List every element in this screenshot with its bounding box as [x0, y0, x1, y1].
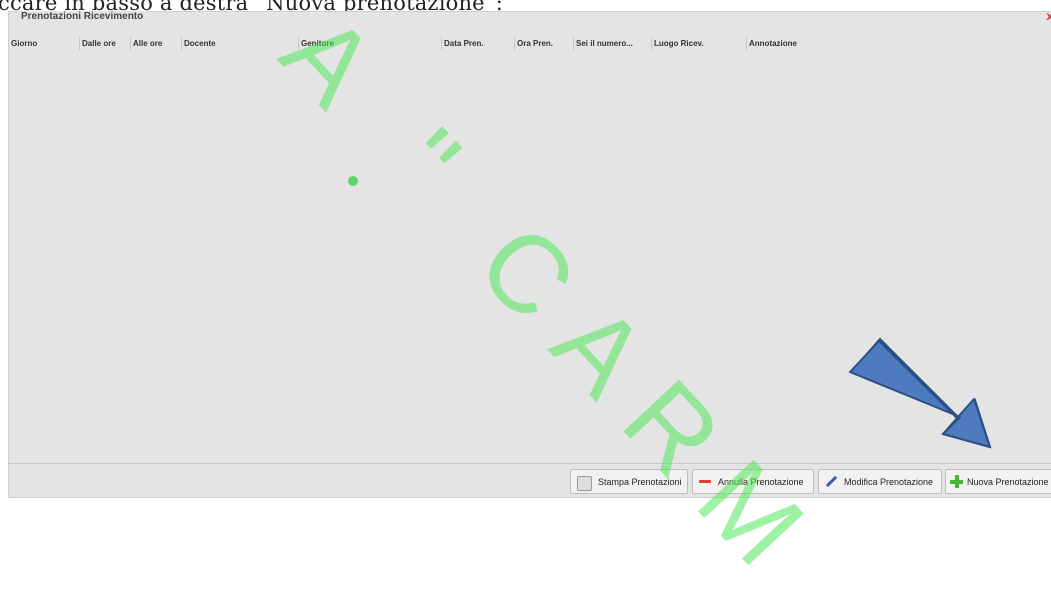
- nuova-label: Nuova Prenotazione: [967, 476, 1049, 487]
- stampa-prenotazioni-button[interactable]: Stampa Prenotazioni: [570, 469, 688, 494]
- column-genitore[interactable]: Genitore: [299, 37, 442, 50]
- table-header: Giorno Dalle ore Alle ore Docente Genito…: [9, 37, 1051, 51]
- window-title: Prenotazioni Ricevimento: [19, 11, 146, 22]
- stampa-label: Stampa Prenotazioni: [598, 476, 682, 487]
- annulla-label: Annulla Prenotazione: [718, 476, 804, 487]
- modifica-prenotazione-button[interactable]: Modifica Prenotazione: [818, 469, 942, 494]
- plus-icon: [950, 475, 963, 488]
- footer-divider: [9, 463, 1051, 464]
- minus-icon: [699, 475, 712, 488]
- column-annotazione[interactable]: Annotazione: [747, 37, 1047, 50]
- column-giorno[interactable]: Giorno: [9, 37, 80, 50]
- printer-icon: [577, 475, 592, 491]
- watermark-dot: [348, 176, 358, 186]
- column-data-pren[interactable]: Data Pren.: [442, 37, 515, 50]
- prenotazioni-window: Prenotazioni Ricevimento x Giorno Dalle …: [8, 9, 1051, 498]
- nuova-prenotazione-button[interactable]: Nuova Prenotazione: [945, 469, 1051, 494]
- column-sei-il-numero[interactable]: Sei il numero...: [574, 37, 652, 50]
- column-alle-ore[interactable]: Alle ore: [131, 37, 182, 50]
- pencil-icon: [825, 475, 838, 488]
- column-ora-pren[interactable]: Ora Pren.: [515, 37, 574, 50]
- column-dalle-ore[interactable]: Dalle ore: [80, 37, 131, 50]
- annulla-prenotazione-button[interactable]: Annulla Prenotazione: [692, 469, 814, 494]
- close-icon[interactable]: x: [1046, 9, 1051, 23]
- modifica-label: Modifica Prenotazione: [844, 476, 934, 487]
- column-docente[interactable]: Docente: [182, 37, 299, 50]
- column-luogo-ricev[interactable]: Luogo Ricev.: [652, 37, 747, 50]
